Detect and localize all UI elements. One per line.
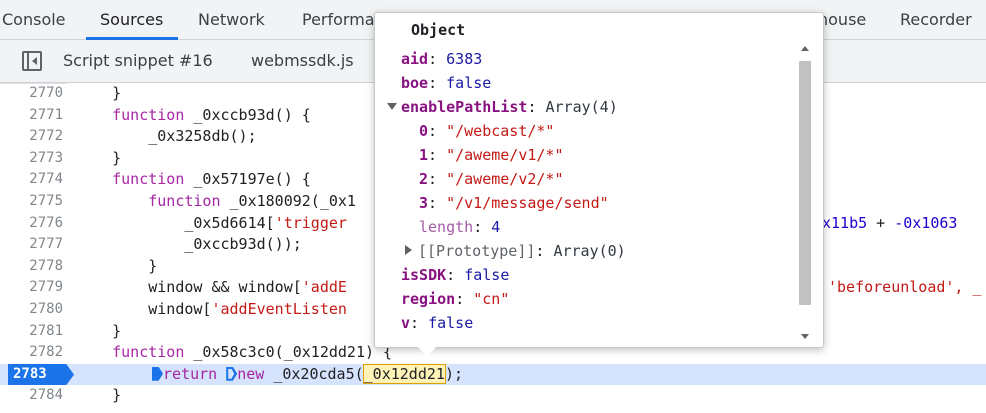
popover-title: Object [411,21,466,39]
line-number[interactable]: 2777 [0,234,63,256]
code-text: function _0x57197e() { [112,170,311,189]
array-item: 1: "/aweme/v1/*" [419,146,564,164]
code-text: } [76,256,158,275]
continue-to-here-icon[interactable] [152,366,163,381]
property-value: 4 [491,218,501,236]
line-number[interactable]: 2780 [0,299,63,321]
file-tab-webmssdk[interactable]: webmssdk.js [251,40,354,83]
array-value: "/v1/message/send" [446,194,609,212]
array-length: length: 4 [419,218,501,236]
array-index: 1 [419,146,429,164]
array-index: 2 [419,170,429,188]
tab-performance[interactable]: Performa [302,0,375,40]
property-key: aid [401,50,429,68]
property-value: false [446,74,492,92]
scroll-down-arrow-icon[interactable] [801,334,809,339]
code-text-fragment: 'beforeunload', _ [828,278,982,297]
prototype-row[interactable]: [[Prototype]]: Array(0) [405,239,626,263]
line-number[interactable]: 2774 [0,169,63,191]
line-number[interactable]: 2775 [0,191,63,213]
property-key: length [419,218,474,236]
code-line: 2784 } [0,385,986,407]
code-text: function _0x180092(_0x1 [148,192,356,210]
code-text: } [76,84,122,102]
popover-scrollbar[interactable] [797,43,813,339]
scroll-up-arrow-icon[interactable] [801,46,809,51]
line-number[interactable]: 2779 [0,277,63,299]
array-item: 3: "/v1/message/send" [419,194,609,212]
array-item: 0: "/webcast/*" [419,122,555,140]
line-number[interactable]: 2782 [0,342,63,364]
code-text: window['addEventListen [76,300,347,318]
expand-caret-icon[interactable] [405,245,412,255]
tab-console[interactable]: Console [2,0,66,40]
tab-sources[interactable]: Sources [100,0,163,40]
line-number[interactable]: 2771 [0,105,63,127]
call-expression: _0x20cda5( [273,364,364,383]
execution-line-number[interactable]: 2783 [8,363,74,386]
array-value: "/webcast/*" [446,122,555,140]
code-text: _0x5d6614['trigger [76,213,347,232]
code-text: } [76,321,122,340]
property-region: region: "cn" [401,290,510,308]
code-text: function _0xccb93d() { [112,105,311,124]
tab-network[interactable]: Network [198,0,265,40]
property-value: Array(4) [545,98,618,116]
hovered-variable[interactable]: _0x12dd21 [362,363,446,384]
property-value: false [428,314,474,332]
array-value: "/aweme/v2/*" [446,170,564,188]
code-text: window && window['addE [76,278,347,297]
call-tail: ); [444,364,463,383]
property-v: v: false [401,314,474,332]
code-text-fragment: x11b5 + -0x1063 [822,213,958,232]
expand-caret-icon[interactable] [387,103,397,110]
toggle-navigator-icon[interactable] [22,51,42,71]
current-execution-line: 2783 return new _0x20cda5(_0x12dd21); [0,363,986,386]
property-value: false [464,266,510,284]
property-value: "cn" [473,290,510,308]
continue-to-here-icon[interactable] [226,366,238,381]
object-preview-popover: Object aid: 6383 boe: false enablePathLi… [374,12,824,348]
array-index: 0 [419,122,429,140]
tab-recorder[interactable]: Recorder [900,0,972,40]
property-key: [[Prototype]] [418,242,536,260]
property-value: Array(0) [553,242,626,260]
code-text: } [76,386,122,405]
line-number[interactable]: 2781 [0,321,63,343]
array-item: 2: "/aweme/v2/*" [419,170,564,188]
code-text: } [76,148,122,167]
property-key: v [401,314,411,332]
property-key: region [401,290,456,308]
keyword-return: return [163,364,218,383]
property-boe: boe: false [401,74,492,92]
tab-lighthouse[interactable]: nouse [818,0,866,40]
line-number[interactable]: 2772 [0,126,63,148]
keyword-new: new [237,364,265,383]
property-enablePathList[interactable]: enablePathList: Array(4) [387,95,618,119]
code-text: function _0x58c3c0(_0x12dd21) { [112,343,393,362]
property-key: isSDK [401,266,447,284]
line-number[interactable]: 2776 [0,213,63,235]
property-key: enablePathList [401,98,528,116]
line-number[interactable]: 2773 [0,148,63,170]
line-number[interactable]: 2784 [0,385,63,407]
property-value: 6383 [446,50,483,68]
scrollbar-thumb[interactable] [799,61,811,305]
array-value: "/aweme/v1/*" [446,146,564,164]
line-number[interactable]: 2778 [0,256,63,278]
exec-line-code: return new _0x20cda5(_0x12dd21); [152,363,463,386]
array-index: 3 [419,194,429,212]
file-tab-script-snippet[interactable]: Script snippet #16 [63,40,213,83]
code-text: _0x3258db(); [76,127,257,146]
code-text: _0xccb93d()); [76,235,302,254]
property-isSDK: isSDK: false [401,266,510,284]
line-number[interactable]: 2770 [0,83,63,105]
property-key: boe [401,74,429,92]
property-aid: aid: 6383 [401,50,483,68]
